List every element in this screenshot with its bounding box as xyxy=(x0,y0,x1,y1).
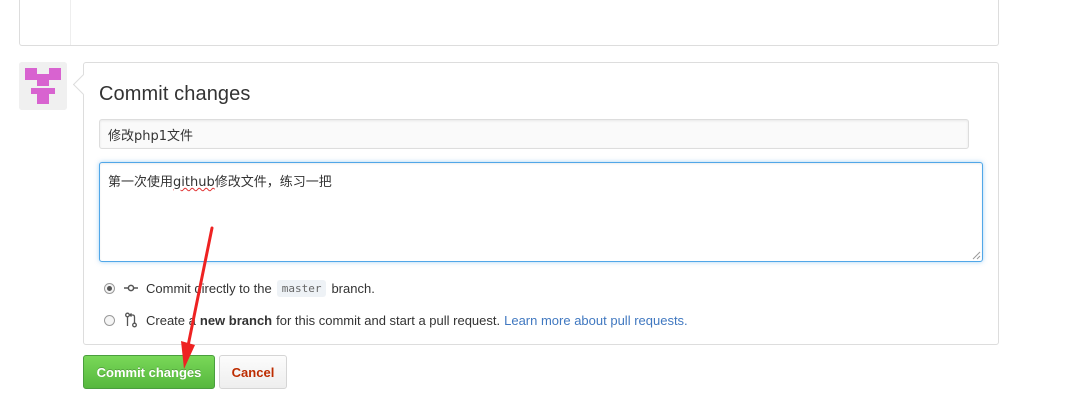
branch-name-badge: master xyxy=(276,279,327,297)
cancel-button[interactable]: Cancel xyxy=(219,355,287,389)
commit-direct-option[interactable]: Commit directly to the master branch. xyxy=(104,278,375,298)
commit-changes-button[interactable]: Commit changes xyxy=(83,355,215,389)
commit-direct-label: Commit directly to the xyxy=(146,280,272,296)
new-branch-radio[interactable] xyxy=(104,314,115,326)
resize-grip-icon[interactable] xyxy=(972,251,981,260)
new-branch-strong: new branch xyxy=(199,312,273,328)
commit-form-title: Commit changes xyxy=(99,83,251,105)
git-commit-icon xyxy=(124,280,138,296)
identicon-icon xyxy=(19,62,67,110)
line-number-gutter xyxy=(70,0,71,45)
commit-direct-radio[interactable] xyxy=(104,282,115,294)
new-branch-option[interactable]: Create a new branch for this commit and … xyxy=(104,310,688,330)
new-branch-prefix: Create a xyxy=(146,312,196,328)
learn-more-pull-requests-link[interactable]: Learn more about pull requests. xyxy=(504,313,688,328)
commit-form: Commit changes 第一次使用github修改文件，练习一把 Comm… xyxy=(83,62,999,345)
git-pull-request-icon xyxy=(124,312,138,328)
commit-summary-input[interactable] xyxy=(99,119,969,149)
file-editor-box xyxy=(19,0,999,46)
new-branch-suffix: for this commit and start a pull request… xyxy=(276,312,501,328)
commit-description-text: 第一次使用github修改文件，练习一把 xyxy=(108,175,332,190)
commit-direct-suffix: branch. xyxy=(331,280,375,296)
avatar xyxy=(19,62,67,110)
commit-description-textarea[interactable]: 第一次使用github修改文件，练习一把 xyxy=(99,162,983,262)
